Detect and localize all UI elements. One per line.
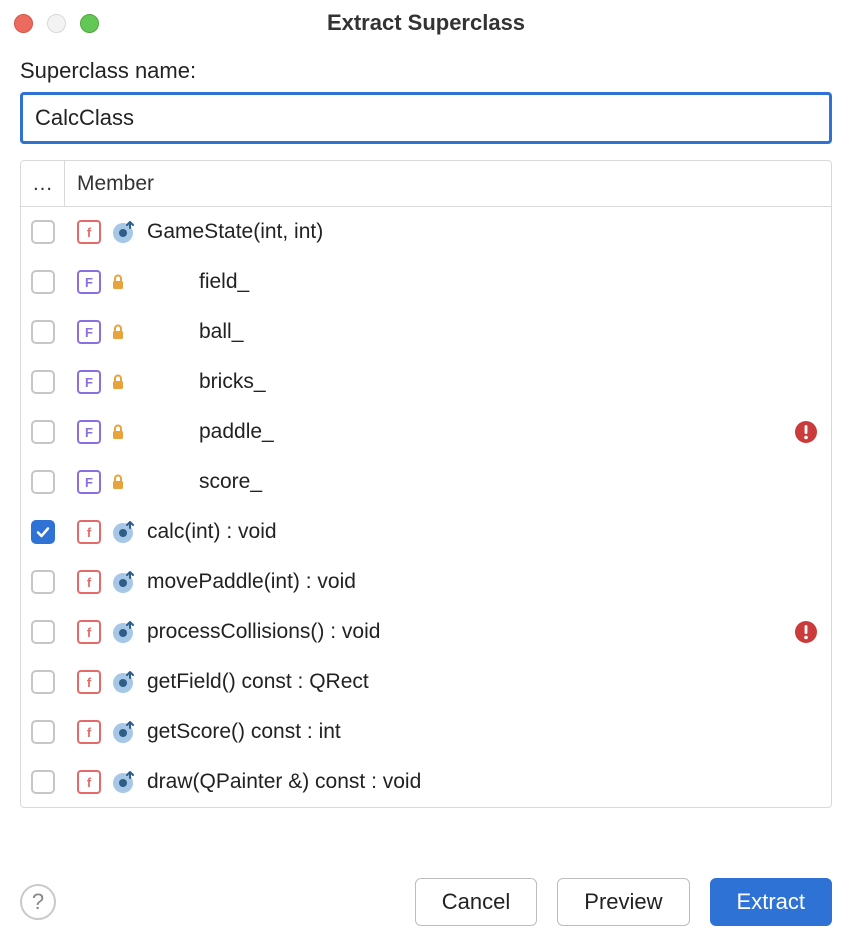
member-checkbox[interactable] — [31, 370, 55, 394]
lock-icon — [111, 324, 127, 340]
lock-icon — [111, 424, 127, 440]
member-cell: f processCollisions() : void — [65, 619, 793, 645]
member-label: getScore() const : int — [147, 720, 341, 744]
help-icon: ? — [32, 889, 44, 915]
member-checkbox[interactable] — [31, 320, 55, 344]
member-cell: f getScore() const : int — [65, 719, 793, 745]
member-cell: f draw(QPainter &) const : void — [65, 769, 793, 795]
member-checkbox[interactable] — [31, 520, 55, 544]
member-label: field_ — [199, 270, 249, 294]
traffic-lights — [14, 14, 99, 33]
members-table-body: fGameState(int, int)Ffield_Fball_Fbricks… — [21, 207, 831, 807]
table-row[interactable]: Fscore_ — [21, 457, 831, 507]
table-row[interactable]: f processCollisions() : void — [21, 607, 831, 657]
function-icon: f — [77, 620, 101, 644]
override-icon — [111, 619, 137, 645]
member-cell: f getField() const : QRect — [65, 669, 793, 695]
member-checkbox[interactable] — [31, 570, 55, 594]
extract-button[interactable]: Extract — [710, 878, 832, 926]
member-label: paddle_ — [199, 420, 274, 444]
lock-icon — [111, 374, 127, 390]
override-icon — [111, 669, 137, 695]
warning-icon — [793, 620, 819, 644]
members-table: … Member fGameState(int, int)Ffield_Fbal… — [20, 160, 832, 808]
member-label: GameState(int, int) — [147, 220, 323, 244]
window-zoom-button[interactable] — [80, 14, 99, 33]
member-cell: f movePaddle(int) : void — [65, 569, 793, 595]
member-cell: Fbricks_ — [65, 370, 793, 394]
override-icon — [111, 719, 137, 745]
dialog-footer: ? Cancel Preview Extract — [20, 854, 832, 926]
member-label: ball_ — [199, 320, 243, 344]
table-row[interactable]: Fpaddle_ — [21, 407, 831, 457]
function-icon: f — [77, 770, 101, 794]
window-title: Extract Superclass — [0, 10, 852, 36]
help-button[interactable]: ? — [20, 884, 56, 920]
table-row[interactable]: Fbricks_ — [21, 357, 831, 407]
field-icon: F — [77, 370, 101, 394]
override-icon — [111, 569, 137, 595]
window-minimize-button[interactable] — [47, 14, 66, 33]
member-checkbox[interactable] — [31, 420, 55, 444]
member-cell: Fpaddle_ — [65, 420, 793, 444]
lock-icon — [111, 274, 127, 290]
member-cell: Fball_ — [65, 320, 793, 344]
member-label: movePaddle(int) : void — [147, 570, 356, 594]
member-label: draw(QPainter &) const : void — [147, 770, 421, 794]
lock-icon — [111, 474, 127, 490]
table-row[interactable]: f draw(QPainter &) const : void — [21, 757, 831, 807]
function-icon: f — [77, 670, 101, 694]
dialog-content: Superclass name: … Member f GameState(int… — [0, 46, 852, 946]
override-icon — [111, 219, 137, 245]
member-checkbox[interactable] — [31, 270, 55, 294]
member-checkbox[interactable] — [31, 670, 55, 694]
superclass-name-label: Superclass name: — [20, 58, 832, 84]
member-cell: f calc(int) : void — [65, 519, 793, 545]
member-label: score_ — [199, 470, 262, 494]
column-header-member[interactable]: Member — [65, 172, 154, 196]
field-icon: F — [77, 470, 101, 494]
field-icon: F — [77, 320, 101, 344]
table-row[interactable]: Ffield_ — [21, 257, 831, 307]
function-icon: f — [77, 520, 101, 544]
override-icon — [111, 519, 137, 545]
member-cell: Ffield_ — [65, 270, 793, 294]
function-icon: f — [77, 220, 101, 244]
warning-icon — [793, 420, 819, 444]
members-table-header: … Member — [21, 161, 831, 207]
field-icon: F — [77, 270, 101, 294]
member-label: getField() const : QRect — [147, 670, 369, 694]
table-row[interactable]: Fball_ — [21, 307, 831, 357]
member-checkbox[interactable] — [31, 620, 55, 644]
cancel-button[interactable]: Cancel — [415, 878, 537, 926]
override-icon — [111, 769, 137, 795]
table-row[interactable]: f GameState(int, int) — [21, 207, 831, 257]
preview-button[interactable]: Preview — [557, 878, 689, 926]
table-row[interactable]: f movePaddle(int) : void — [21, 557, 831, 607]
column-header-checkbox[interactable]: … — [21, 161, 65, 206]
function-icon: f — [77, 720, 101, 744]
table-row[interactable]: f getScore() const : int — [21, 707, 831, 757]
field-icon: F — [77, 420, 101, 444]
member-label: processCollisions() : void — [147, 620, 380, 644]
titlebar: Extract Superclass — [0, 0, 852, 46]
member-checkbox[interactable] — [31, 770, 55, 794]
member-cell: f GameState(int, int) — [65, 219, 793, 245]
table-row[interactable]: f getField() const : QRect — [21, 657, 831, 707]
member-label: bricks_ — [199, 370, 266, 394]
member-checkbox[interactable] — [31, 220, 55, 244]
function-icon: f — [77, 570, 101, 594]
member-cell: Fscore_ — [65, 470, 793, 494]
member-checkbox[interactable] — [31, 470, 55, 494]
superclass-name-input[interactable] — [20, 92, 832, 144]
table-row[interactable]: f calc(int) : void — [21, 507, 831, 557]
member-checkbox[interactable] — [31, 720, 55, 744]
window-close-button[interactable] — [14, 14, 33, 33]
member-label: calc(int) : void — [147, 520, 277, 544]
